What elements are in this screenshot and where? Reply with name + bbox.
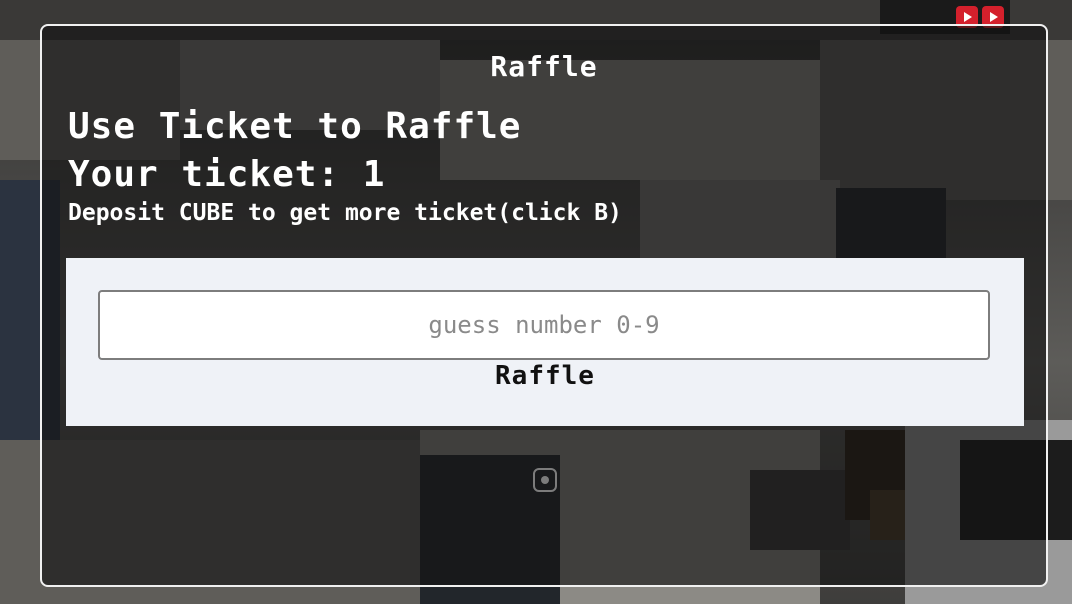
raffle-form-panel: Raffle [66,258,1024,426]
record-icon[interactable] [533,468,557,492]
guess-number-input[interactable] [98,290,990,360]
modal-title: Raffle [490,50,598,83]
raffle-modal: Raffle Use Ticket to Raffle Your ticket:… [40,24,1048,587]
ticket-label: Your ticket: [68,154,341,195]
deposit-instruction: Deposit CUBE to get more ticket(click B) [68,200,622,226]
ticket-count-line: Your ticket: 1 [68,154,385,195]
raffle-button[interactable]: Raffle [66,358,1024,394]
raffle-headline: Use Ticket to Raffle [68,106,522,147]
ticket-count: 1 [362,154,386,195]
